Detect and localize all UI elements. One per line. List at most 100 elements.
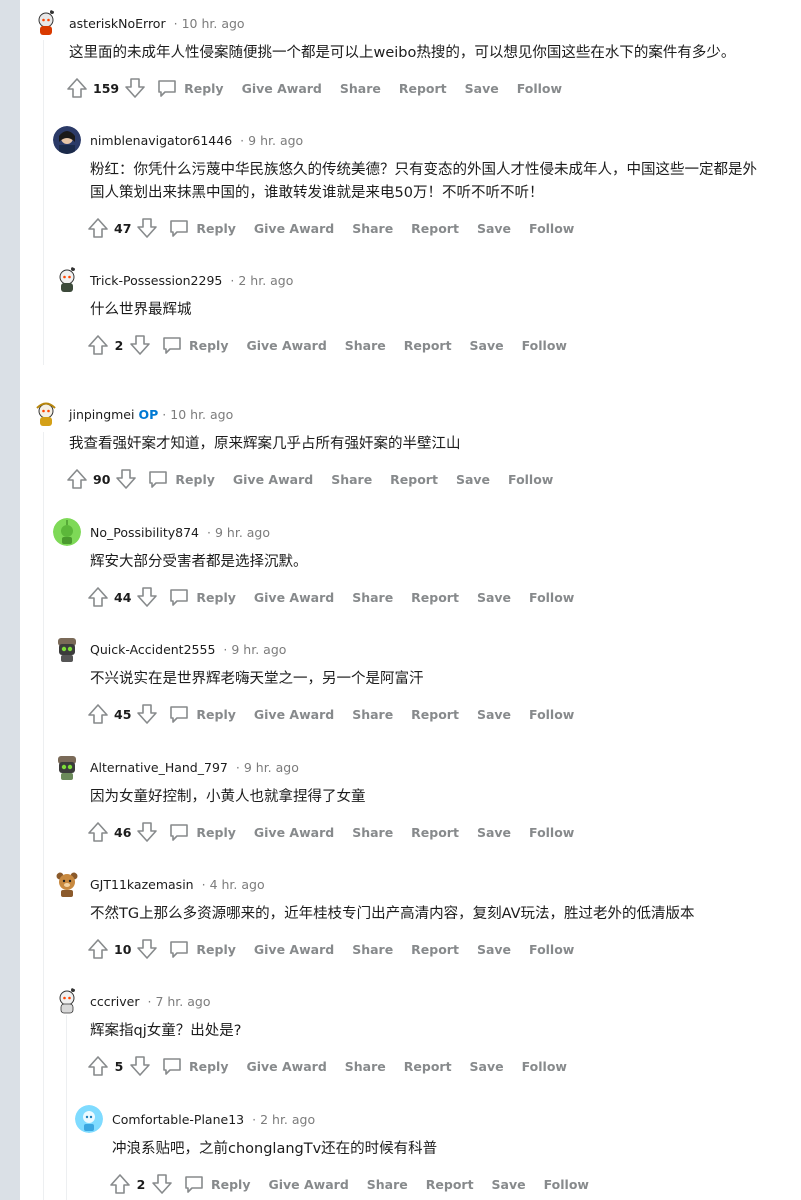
reply-button[interactable]: Reply [189,338,228,353]
report-button[interactable]: Report [390,472,438,487]
timestamp[interactable]: 9 hr. ago [244,760,299,775]
give-award-button[interactable]: Give Award [254,825,334,840]
reply-button[interactable]: Reply [189,1059,228,1074]
share-button[interactable]: Share [352,221,393,236]
thread-line[interactable] [43,40,44,365]
reply-button[interactable]: Reply [211,1177,250,1192]
share-button[interactable]: Share [345,1059,386,1074]
thread-line[interactable] [66,1015,67,1200]
downvote-icon[interactable] [151,1173,173,1195]
reply-button[interactable]: Reply [175,472,214,487]
give-award-button[interactable]: Give Award [254,707,334,722]
follow-button[interactable]: Follow [522,1059,567,1074]
downvote-icon[interactable] [129,334,151,356]
report-button[interactable]: Report [426,1177,474,1192]
report-button[interactable]: Report [411,942,459,957]
blue-snoo-avatar-icon[interactable] [75,1105,103,1133]
upvote-icon[interactable] [87,217,109,239]
share-button[interactable]: Share [345,338,386,353]
share-button[interactable]: Share [352,590,393,605]
share-button[interactable]: Share [340,81,381,96]
reply-button[interactable]: Reply [196,590,235,605]
report-button[interactable]: Report [411,707,459,722]
save-button[interactable]: Save [477,707,511,722]
give-award-button[interactable]: Give Award [233,472,313,487]
reply-icon[interactable] [168,938,190,960]
thread-line[interactable] [43,432,44,1200]
give-award-button[interactable]: Give Award [246,1059,326,1074]
downvote-icon[interactable] [136,217,158,239]
username-link[interactable]: asteriskNoError [69,16,166,31]
save-button[interactable]: Save [477,221,511,236]
reply-button[interactable]: Reply [196,825,235,840]
timestamp[interactable]: 10 hr. ago [182,16,245,31]
upvote-icon[interactable] [87,586,109,608]
upvote-icon[interactable] [87,1055,109,1077]
report-button[interactable]: Report [399,81,447,96]
save-button[interactable]: Save [470,1059,504,1074]
give-award-button[interactable]: Give Award [254,590,334,605]
snoo-avatar-icon[interactable] [53,987,81,1015]
photo-avatar-icon[interactable] [53,126,81,154]
save-button[interactable]: Save [470,338,504,353]
give-award-button[interactable]: Give Award [242,81,322,96]
downvote-icon[interactable] [136,586,158,608]
snoo-avatar-icon[interactable] [53,266,81,294]
share-button[interactable]: Share [331,472,372,487]
username-link[interactable]: nimblenavigator61446 [90,133,232,148]
report-button[interactable]: Report [411,221,459,236]
follow-button[interactable]: Follow [529,590,574,605]
downvote-icon[interactable] [115,468,137,490]
give-award-button[interactable]: Give Award [254,221,334,236]
upvote-icon[interactable] [109,1173,131,1195]
reply-button[interactable]: Reply [196,942,235,957]
follow-button[interactable]: Follow [522,338,567,353]
reply-icon[interactable] [168,586,190,608]
timestamp[interactable]: 10 hr. ago [170,407,233,422]
username-link[interactable]: GJT11kazemasin [90,877,194,892]
share-button[interactable]: Share [352,825,393,840]
downvote-icon[interactable] [124,77,146,99]
reply-icon[interactable] [168,703,190,725]
timestamp[interactable]: 4 hr. ago [210,877,265,892]
report-button[interactable]: Report [411,825,459,840]
upvote-icon[interactable] [87,938,109,960]
save-button[interactable]: Save [465,81,499,96]
save-button[interactable]: Save [456,472,490,487]
follow-button[interactable]: Follow [517,81,562,96]
report-button[interactable]: Report [404,338,452,353]
reply-icon[interactable] [161,334,183,356]
snoo-avatar-icon[interactable] [32,9,60,37]
reply-button[interactable]: Reply [184,81,223,96]
username-link[interactable]: Quick-Accident2555 [90,642,215,657]
reply-button[interactable]: Reply [196,707,235,722]
reply-button[interactable]: Reply [196,221,235,236]
report-button[interactable]: Report [404,1059,452,1074]
follow-button[interactable]: Follow [529,825,574,840]
snoo-avatar-icon[interactable] [32,400,60,428]
save-button[interactable]: Save [492,1177,526,1192]
timestamp[interactable]: 2 hr. ago [260,1112,315,1127]
reply-icon[interactable] [168,217,190,239]
upvote-icon[interactable] [87,334,109,356]
save-button[interactable]: Save [477,942,511,957]
timestamp[interactable]: 2 hr. ago [238,273,293,288]
give-award-button[interactable]: Give Award [268,1177,348,1192]
upvote-icon[interactable] [66,468,88,490]
follow-button[interactable]: Follow [508,472,553,487]
downvote-icon[interactable] [136,821,158,843]
follow-button[interactable]: Follow [529,221,574,236]
reply-icon[interactable] [161,1055,183,1077]
upvote-icon[interactable] [87,703,109,725]
downvote-icon[interactable] [136,938,158,960]
timestamp[interactable]: 9 hr. ago [248,133,303,148]
timestamp[interactable]: 9 hr. ago [231,642,286,657]
username-link[interactable]: jinpingmei [69,407,134,422]
username-link[interactable]: cccriver [90,994,139,1009]
robot-avatar-icon[interactable] [53,635,81,663]
downvote-icon[interactable] [129,1055,151,1077]
bear-avatar-icon[interactable] [53,870,81,898]
reply-icon[interactable] [147,468,169,490]
follow-button[interactable]: Follow [544,1177,589,1192]
follow-button[interactable]: Follow [529,707,574,722]
